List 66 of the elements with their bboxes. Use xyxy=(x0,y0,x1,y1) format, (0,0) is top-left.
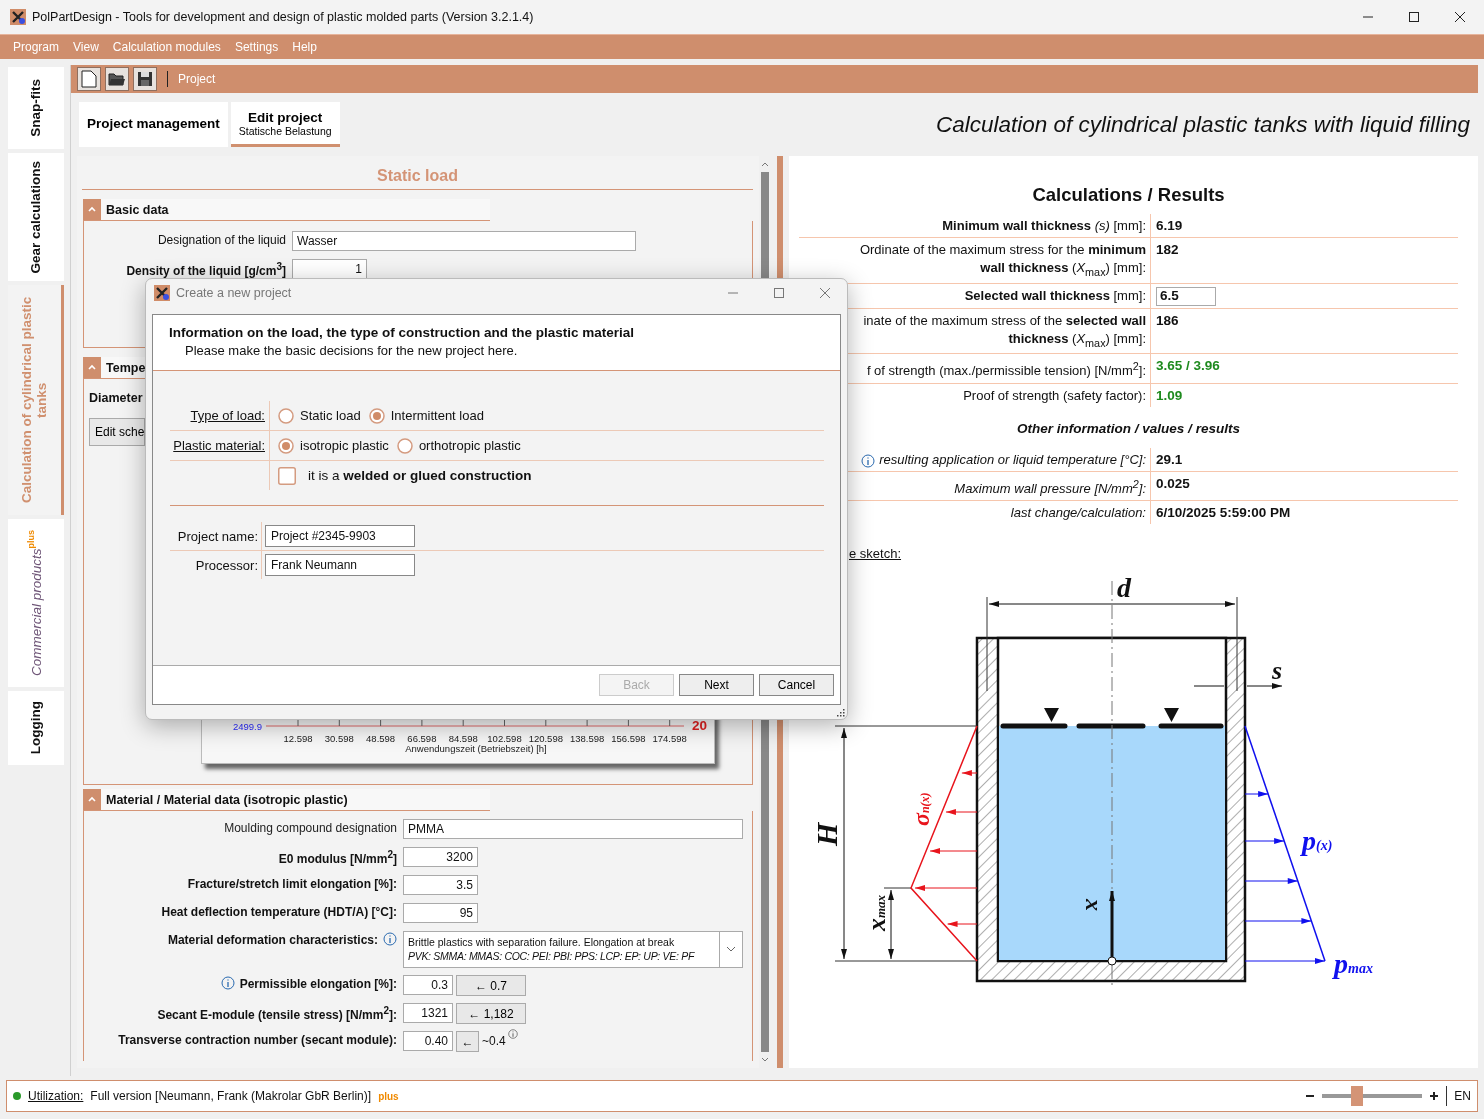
sketch-label: pmax xyxy=(1334,947,1373,979)
option-label: Type of load: xyxy=(170,401,270,430)
field-label: Heat deflection temperature (HDT/A) [°C]: xyxy=(161,904,397,919)
result-value: 29.1 xyxy=(1156,450,1183,469)
result-value: 6/10/2025 5:59:00 PM xyxy=(1156,503,1291,522)
field-label: Project name: xyxy=(170,522,262,550)
tick-label: 12.598 xyxy=(283,733,313,744)
sketch-label: p(x) xyxy=(1302,824,1333,856)
sketch-label: s xyxy=(1272,655,1283,685)
sketch-label: xmax xyxy=(862,894,891,931)
result-value: 186 xyxy=(1156,311,1179,330)
panel-title: Static load xyxy=(82,156,753,190)
field-label: Fracture/stretch limit elongation [%]: xyxy=(187,876,397,891)
field-label: Material deformation characteristics: xyxy=(167,932,378,947)
checkbox-label: it is a welded or glued construction xyxy=(308,468,532,483)
tick-label: 102.598 xyxy=(487,733,522,744)
page-title: Calculation of cylindrical plastic tanks with liquid filling xyxy=(936,111,1471,138)
tick-label: 48.598 xyxy=(366,733,396,744)
result-value: 6.19 xyxy=(1156,217,1183,235)
result-value: 3.65 / 3.96 xyxy=(1156,357,1220,376)
axis-value: 20 xyxy=(692,718,708,733)
field-label: Density of the liquid [g/cm$^{3}$] xyxy=(125,260,286,278)
field-label: Processor: xyxy=(170,551,262,579)
window-title: PolPartDesign - Tools for development and design of plastic molded parts (Version 3.2.1.4) xyxy=(32,10,534,24)
dialog-title: Create a new project xyxy=(176,286,292,300)
result-label: Proof of strength (safety factor): xyxy=(963,386,1146,405)
field-label: Moulding compound designation xyxy=(224,820,397,835)
result-label: Minimum wall thickness (s) [mm]: xyxy=(942,217,1146,235)
field-label: Secant E-module (tensile stress) [N/mm$^{2}$]: xyxy=(157,1004,397,1022)
result-label: f of strength (max./permissible tension) [N/mm$^{2}$]: xyxy=(866,359,1146,381)
sketch-label: d xyxy=(1117,571,1131,603)
result-value: 182 xyxy=(1156,241,1179,259)
tick-label: 174.598 xyxy=(652,733,687,744)
option-label: Plastic material: xyxy=(170,431,270,460)
tick-label: 156.598 xyxy=(611,733,646,744)
sketch-label: σn(x) xyxy=(908,792,934,826)
result-value: 0.025 xyxy=(1156,474,1190,493)
section-title: Other information / values / results xyxy=(1016,420,1241,436)
hint-text: ~0.4 xyxy=(482,1033,506,1048)
edition-label: plus xyxy=(378,1090,399,1102)
breadcrumb: Project xyxy=(178,72,216,86)
results-title: Calculations / Results xyxy=(1031,184,1226,206)
result-label: Selected wall thickness [mm]: xyxy=(964,286,1146,305)
sketch-label: x xyxy=(1081,898,1107,911)
result-label: inate of the maximum stress of the selected wall thickness (X$_{max}$) [mm]: xyxy=(862,311,1146,351)
field-label: Permissible elongation [%]: xyxy=(239,976,397,991)
tick-label: 66.598 xyxy=(407,733,437,744)
tick-label: 120.598 xyxy=(528,733,563,744)
sketch-label: H xyxy=(810,822,843,846)
result-label: resulting application or liquid temperature [°C]: xyxy=(879,450,1146,469)
field-label: E0 modulus [N/mm$^{2}$] xyxy=(278,848,397,866)
result-label: Maximum wall pressure [N/mm$^{2}$]: xyxy=(954,476,1146,498)
result-value: 1.09 xyxy=(1156,386,1183,405)
field-label: Designation of the liquid xyxy=(156,232,286,247)
dialog-heading: Information on the load, the type of construction and the plastic material xyxy=(169,325,636,340)
axis-title: Anwendungszeit (Betriebszeit) [h] xyxy=(405,743,547,754)
field-label: Transverse contraction number (secant module): xyxy=(118,1032,397,1047)
dialog-subheading: Please make the basic decisions for the new project here. xyxy=(185,343,519,358)
result-label: last change/calculation: xyxy=(1010,503,1146,522)
field-label: Diameter xyxy=(89,391,143,405)
tick-label: 138.598 xyxy=(569,733,605,744)
result-label: Ordinate of the maximum stress for the minimum wall thickness (X$_{max}$) [mm]: xyxy=(858,241,1146,280)
tick-label: 30.598 xyxy=(324,733,354,744)
tick-label: 84.598 xyxy=(448,733,478,744)
axis-value: 2499.9 xyxy=(232,721,262,732)
license-text: Full version [Neumann, Frank (Makrolar GbR Berlin)] xyxy=(90,1089,372,1103)
